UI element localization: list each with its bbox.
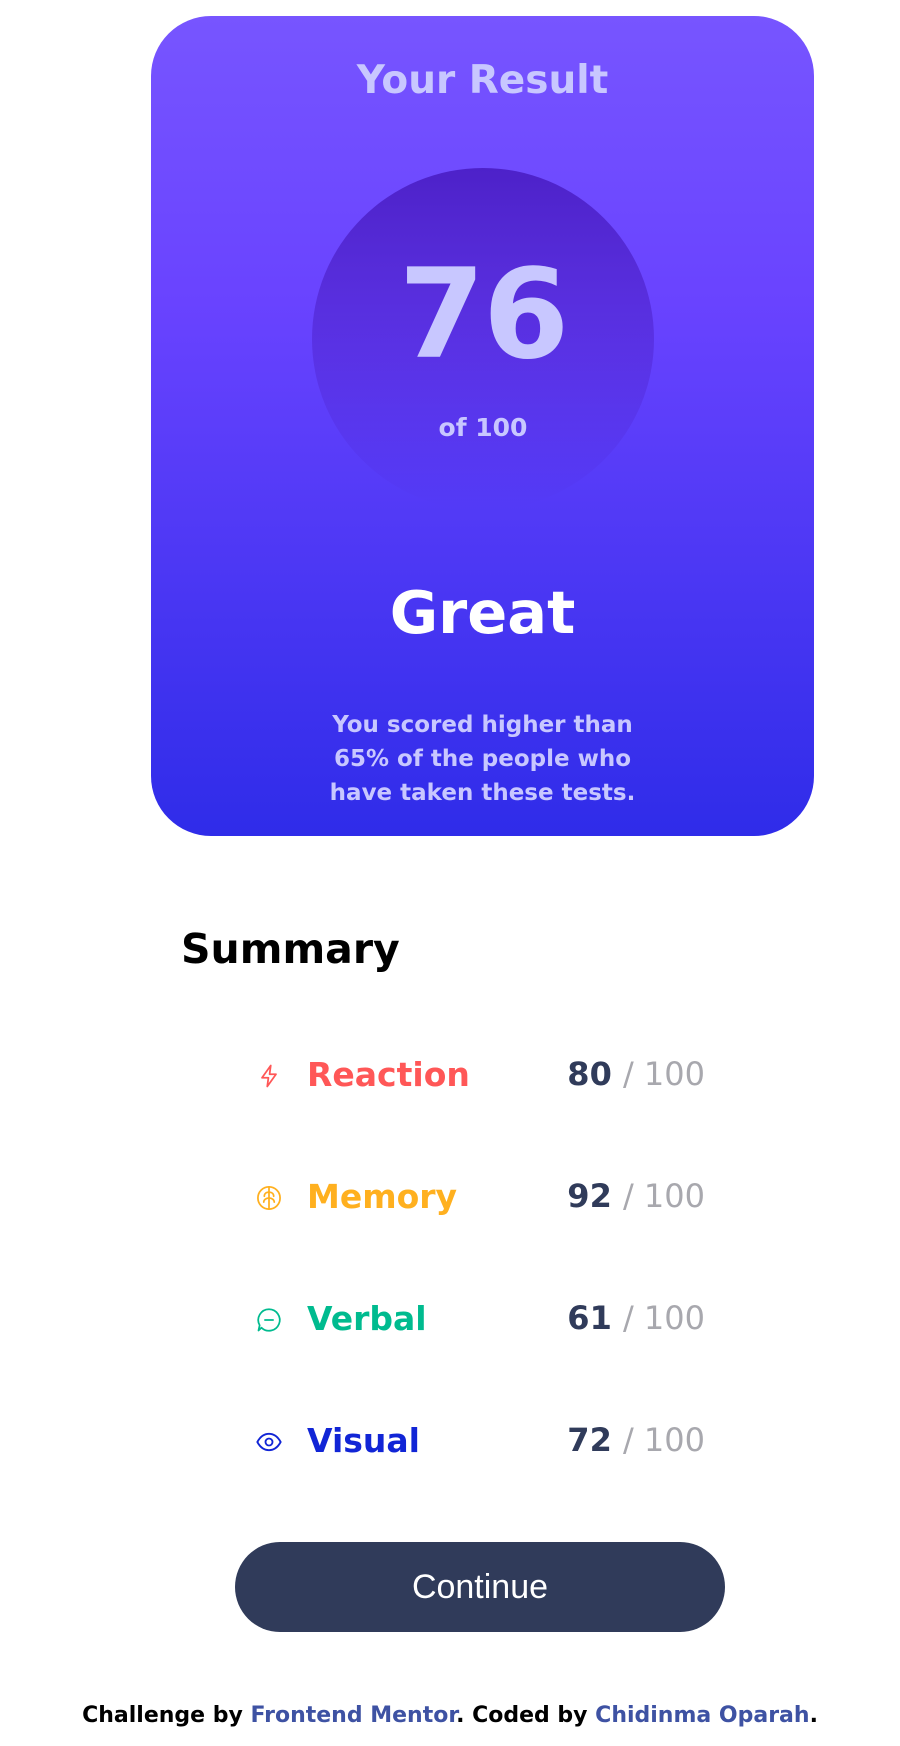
- score-max: / 100: [622, 1177, 705, 1215]
- chat-icon: [257, 1308, 281, 1332]
- author-link[interactable]: Chidinma Oparah: [595, 1703, 809, 1728]
- summary-title: Summary: [181, 925, 400, 973]
- rating-label: Great: [389, 578, 576, 647]
- score-value: 61: [567, 1299, 612, 1337]
- lightning-icon: [261, 1064, 277, 1088]
- summary-item-visual: Visual 72 / 100: [255, 1412, 705, 1472]
- attribution: Challenge by Frontend Mentor. Coded by C…: [0, 1703, 900, 1729]
- score-value: 76: [398, 243, 570, 387]
- summary-item-score: 72 / 100: [567, 1420, 705, 1460]
- score-value: 80: [567, 1055, 612, 1093]
- score-value: 92: [567, 1177, 612, 1215]
- score-value: 72: [567, 1421, 612, 1459]
- score-max: / 100: [622, 1299, 705, 1337]
- score-circle: 76 of 100: [312, 168, 654, 510]
- summary-item-score: 92 / 100: [567, 1176, 705, 1216]
- attribution-challenge-prefix: Challenge by: [82, 1703, 251, 1728]
- summary-item-label: Visual: [307, 1421, 420, 1460]
- summary-item-verbal: Verbal 61 / 100: [255, 1290, 705, 1350]
- summary-item-reaction: Reaction 80 / 100: [255, 1046, 705, 1106]
- score-of-label: of 100: [438, 413, 528, 442]
- score-max: / 100: [622, 1055, 705, 1093]
- attribution-suffix: .: [809, 1703, 818, 1728]
- summary-item-label: Reaction: [307, 1055, 470, 1094]
- summary-item-label: Verbal: [307, 1299, 427, 1338]
- rating-description: You scored higher than 65% of the people…: [329, 712, 636, 806]
- continue-button[interactable]: Continue: [235, 1542, 725, 1632]
- summary-item-label: Memory: [307, 1177, 458, 1216]
- summary-item-score: 61 / 100: [567, 1298, 705, 1338]
- result-card: Your Result 76 of 100 Great You scored h…: [151, 16, 814, 836]
- result-title: Your Result: [356, 58, 609, 103]
- summary-item-score: 80 / 100: [567, 1054, 705, 1094]
- summary-item-memory: Memory 92 / 100: [255, 1168, 705, 1228]
- attribution-coded-prefix: . Coded by: [456, 1703, 596, 1728]
- frontend-mentor-link[interactable]: Frontend Mentor: [250, 1703, 456, 1728]
- brain-icon: [257, 1186, 281, 1210]
- eye-icon: [256, 1432, 282, 1452]
- score-max: / 100: [622, 1421, 705, 1459]
